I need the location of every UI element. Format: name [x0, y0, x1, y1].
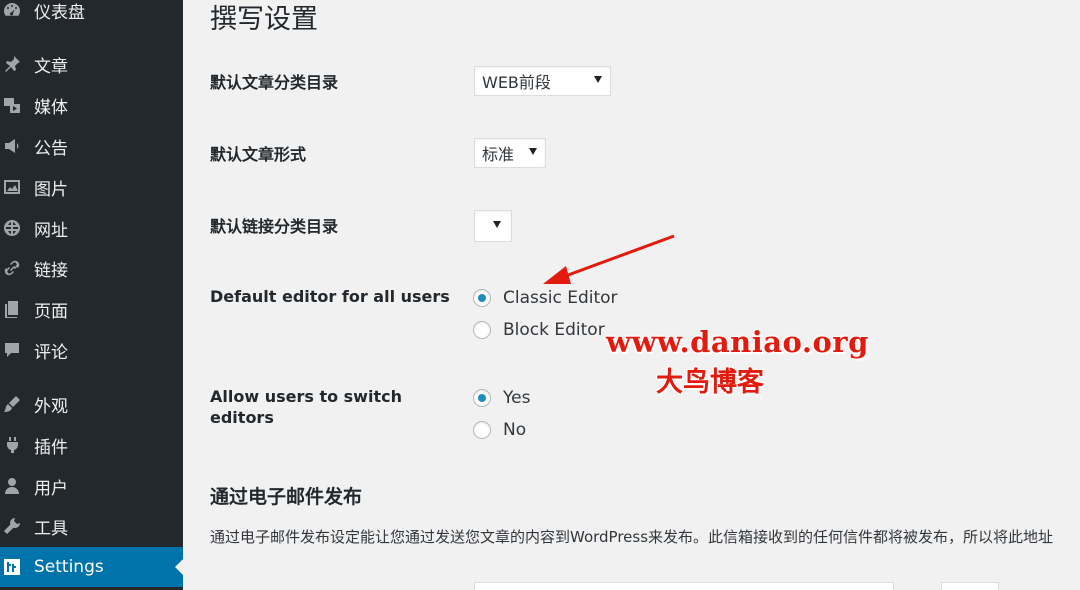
watermark-name: 大鸟博客 [656, 367, 764, 398]
watermark-url: www.daniao.org [606, 325, 869, 359]
annotation-arrow [543, 234, 675, 284]
